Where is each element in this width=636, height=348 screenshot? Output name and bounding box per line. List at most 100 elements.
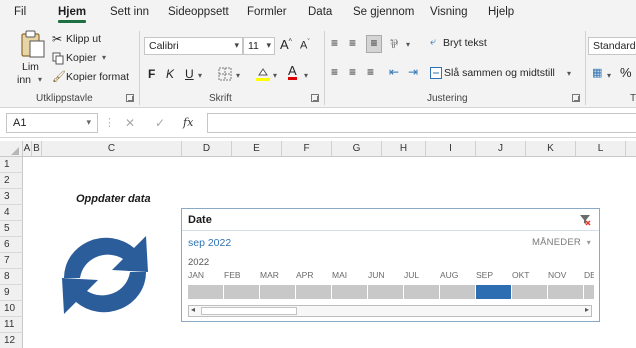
grow-font-button[interactable]: A^ <box>280 37 292 52</box>
align-top-icon[interactable]: ≡ <box>331 36 338 50</box>
bold-button[interactable]: F <box>148 67 155 81</box>
refresh-icon[interactable] <box>50 222 160 327</box>
column-header[interactable]: E <box>232 141 282 157</box>
cancel-icon[interactable]: ✕ <box>125 116 135 130</box>
row-header[interactable]: 4 <box>0 205 23 221</box>
dialog-launcher-icon[interactable] <box>311 94 319 102</box>
timeline-scrollbar[interactable]: ◂ ▸ <box>188 305 592 317</box>
clear-filter-icon[interactable] <box>579 214 591 226</box>
column-header[interactable]: J <box>476 141 526 157</box>
chevron-down-icon: ▾ <box>607 71 612 80</box>
column-header[interactable]: H <box>382 141 426 157</box>
scrollbar-thumb[interactable] <box>201 307 297 315</box>
align-left-icon[interactable]: ≡ <box>331 65 338 79</box>
column-header[interactable]: A <box>23 141 32 157</box>
tab-formulas[interactable]: Formler <box>247 6 287 18</box>
decrease-indent-icon[interactable]: ⇤ <box>389 65 399 79</box>
number-format-dropdown[interactable]: Standard <box>588 37 636 55</box>
font-name-dropdown[interactable]: Calibri ▾ <box>144 37 243 55</box>
row-header[interactable]: 8 <box>0 269 23 285</box>
paste-button[interactable]: Lim inn ▾ <box>14 29 54 89</box>
column-header[interactable]: K <box>526 141 576 157</box>
column-header[interactable]: C <box>42 141 182 157</box>
percent-button[interactable]: % <box>620 65 632 80</box>
format-painter-label: Kopier format <box>66 71 130 83</box>
row-header[interactable]: 1 <box>0 157 23 173</box>
font-color-button[interactable]: A <box>288 64 297 80</box>
tab-file[interactable]: Fil <box>14 6 26 18</box>
scroll-right-icon[interactable]: ▸ <box>585 305 589 314</box>
tab-insert[interactable]: Sett inn <box>110 6 149 18</box>
align-middle-icon[interactable]: ≡ <box>349 36 356 50</box>
column-header[interactable]: D <box>182 141 232 157</box>
group-label-font: Skrift <box>209 93 232 104</box>
month-bar[interactable] <box>296 285 331 299</box>
column-header[interactable]: I <box>426 141 476 157</box>
paste-label-line1: Lim <box>22 61 39 73</box>
month-bar[interactable] <box>440 285 475 299</box>
month-bar-selected[interactable] <box>476 285 511 299</box>
row-header[interactable]: 7 <box>0 253 23 269</box>
column-header[interactable]: B <box>32 141 42 157</box>
insert-function-icon[interactable]: fx <box>183 116 193 129</box>
borders-icon[interactable] <box>218 67 232 81</box>
row-header[interactable]: 3 <box>0 189 23 205</box>
enter-icon[interactable]: ✓ <box>155 116 165 130</box>
dialog-launcher-icon[interactable] <box>572 94 580 102</box>
ribbon: Lim inn ▾ ✂ Klipp ut Kopier ▾ 🖌 Kopier f… <box>0 27 636 108</box>
month-bar[interactable] <box>332 285 367 299</box>
accounting-format-icon[interactable]: ▦ <box>592 66 602 79</box>
column-header[interactable]: L <box>576 141 626 157</box>
month-bar[interactable] <box>260 285 295 299</box>
group-label-alignment: Justering <box>427 93 468 104</box>
month-bar[interactable] <box>404 285 439 299</box>
grow-font-icon: A <box>280 37 289 52</box>
month-bars <box>188 285 594 299</box>
month-label: DE <box>584 270 594 280</box>
month-bar[interactable] <box>584 285 594 299</box>
scroll-left-icon[interactable]: ◂ <box>191 305 195 314</box>
time-level-dropdown[interactable]: MÅNEDER ▾ <box>532 237 591 248</box>
align-bottom-icon[interactable]: ≡ <box>366 35 382 53</box>
underline-button[interactable]: U <box>185 67 194 81</box>
month-bar[interactable] <box>368 285 403 299</box>
font-name-value: Calibri <box>149 40 179 52</box>
dialog-launcher-icon[interactable] <box>126 94 134 102</box>
font-size-dropdown[interactable]: 11 ▾ <box>243 37 275 55</box>
chevron-down-icon: ▾ <box>198 71 203 80</box>
month-bar[interactable] <box>224 285 259 299</box>
row-header[interactable]: 2 <box>0 173 23 189</box>
fill-color-icon[interactable] <box>255 66 271 82</box>
tab-review[interactable]: Se gjennom <box>353 6 414 18</box>
copy-label: Kopier <box>66 52 97 64</box>
timeline-slicer[interactable]: Date sep 2022 MÅNEDER ▾ 2022 JAN FEB MAR AP… <box>181 208 600 322</box>
align-center-icon[interactable]: ≡ <box>349 65 356 79</box>
row-header[interactable]: 11 <box>0 317 23 333</box>
tab-page-layout[interactable]: Sideoppsett <box>168 6 229 18</box>
formula-bar-splitter[interactable]: ⋮ <box>104 116 115 129</box>
tab-home[interactable]: Hjem <box>58 6 87 23</box>
row-header[interactable]: 12 <box>0 333 23 348</box>
row-header[interactable]: 5 <box>0 221 23 237</box>
tab-view[interactable]: Visning <box>430 6 468 18</box>
row-header[interactable]: 6 <box>0 237 23 253</box>
month-bar[interactable] <box>548 285 583 299</box>
row-header[interactable]: 9 <box>0 285 23 301</box>
month-bar[interactable] <box>188 285 223 299</box>
select-all-button[interactable] <box>0 141 23 157</box>
column-header[interactable]: F <box>282 141 332 157</box>
name-box[interactable]: A1 ▾ <box>6 113 98 133</box>
orientation-icon[interactable]: ⅌ <box>390 35 398 52</box>
align-right-icon[interactable]: ≡ <box>367 65 374 79</box>
column-headers: A B C D E F G H I J K L <box>0 141 636 157</box>
italic-button[interactable]: K <box>166 67 174 81</box>
tab-help[interactable]: Hjelp <box>488 6 514 18</box>
format-painter-icon: 🖌 <box>52 71 66 83</box>
formula-input[interactable] <box>207 113 636 133</box>
increase-indent-icon[interactable]: ⇥ <box>408 65 418 79</box>
row-header[interactable]: 10 <box>0 301 23 317</box>
tab-data[interactable]: Data <box>308 6 332 18</box>
shrink-font-button[interactable]: Aˇ <box>300 39 310 52</box>
month-bar[interactable] <box>512 285 547 299</box>
column-header[interactable]: G <box>332 141 382 157</box>
